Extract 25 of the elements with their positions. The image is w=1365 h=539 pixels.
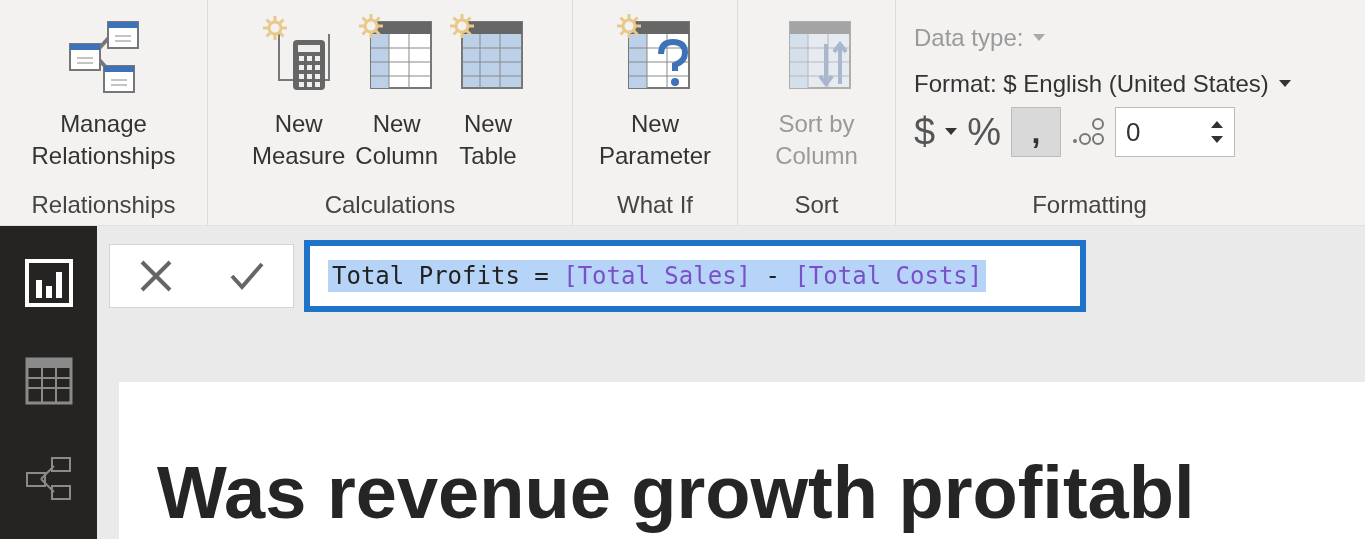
decimal-places-icon — [1070, 117, 1105, 147]
ribbon-button[interactable]: New Parameter — [598, 14, 711, 191]
spinner-arrows-icon — [1209, 119, 1224, 145]
group-label: Relationships — [30, 191, 177, 220]
group-label: Sort — [793, 191, 840, 220]
comma-button[interactable]: , — [1010, 107, 1061, 157]
currency-button[interactable]: $ — [914, 110, 936, 154]
caret-icon — [1033, 34, 1046, 42]
formula-text: Total Profits = [Total Sales] - [Total Costs] — [328, 260, 987, 292]
formula-field[interactable]: Total Profits = [Total Sales] - [Total Costs] — [304, 240, 1086, 312]
caret-icon — [945, 128, 958, 136]
report-view-icon[interactable] — [23, 258, 74, 308]
group-label: Formatting — [1031, 191, 1148, 220]
group-label: Calculations — [323, 191, 457, 220]
group-label: What If — [616, 191, 694, 220]
ribbon-button[interactable]: New Measure — [251, 14, 346, 191]
data-view-icon[interactable] — [23, 356, 74, 406]
ribbon-button[interactable]: New Table — [448, 14, 529, 191]
ribbon-button[interactable]: New Column — [355, 14, 439, 191]
percent-button[interactable]: % — [967, 110, 1001, 154]
ribbon-button[interactable]: Manage Relationships — [31, 14, 176, 191]
report-title: Was revenue growth profitabl — [157, 450, 1196, 535]
caret-icon — [1278, 80, 1291, 88]
decimal-places-field[interactable]: 0 — [1114, 107, 1235, 157]
format-dropdown[interactable]: Format: $ English (United States) — [914, 70, 1269, 98]
